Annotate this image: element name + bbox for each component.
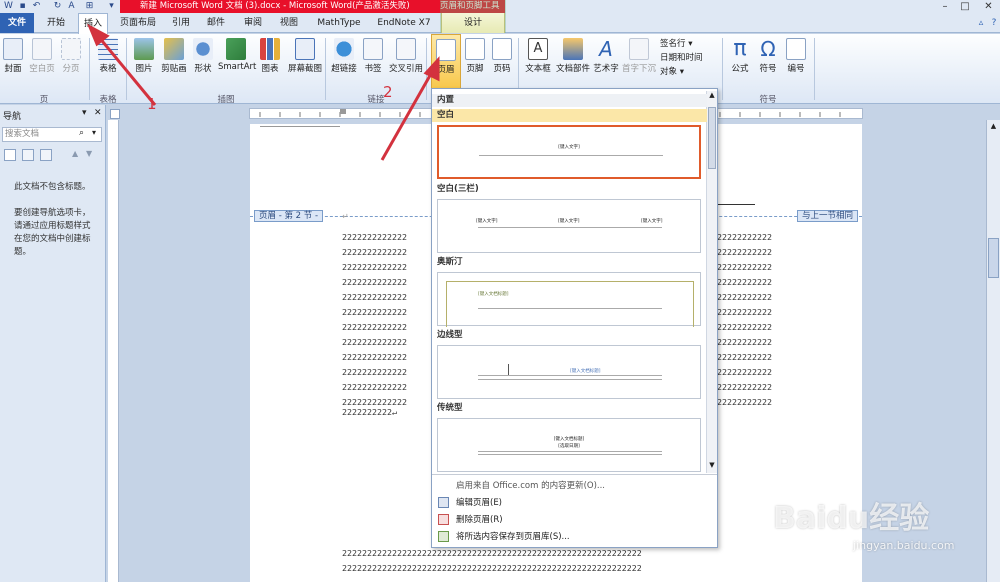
baidu-watermark: Baidu经验 jingyan.baidu.com: [745, 493, 995, 578]
annotation-arrowhead-1: [87, 23, 110, 47]
annotation-step-2: 2: [383, 83, 393, 101]
watermark-brand: Baidu经验: [773, 501, 930, 536]
watermark-url: jingyan.baidu.com: [853, 539, 955, 552]
annotation-step-1: 1: [147, 95, 157, 113]
annotation-arrowhead-2: [423, 56, 440, 82]
